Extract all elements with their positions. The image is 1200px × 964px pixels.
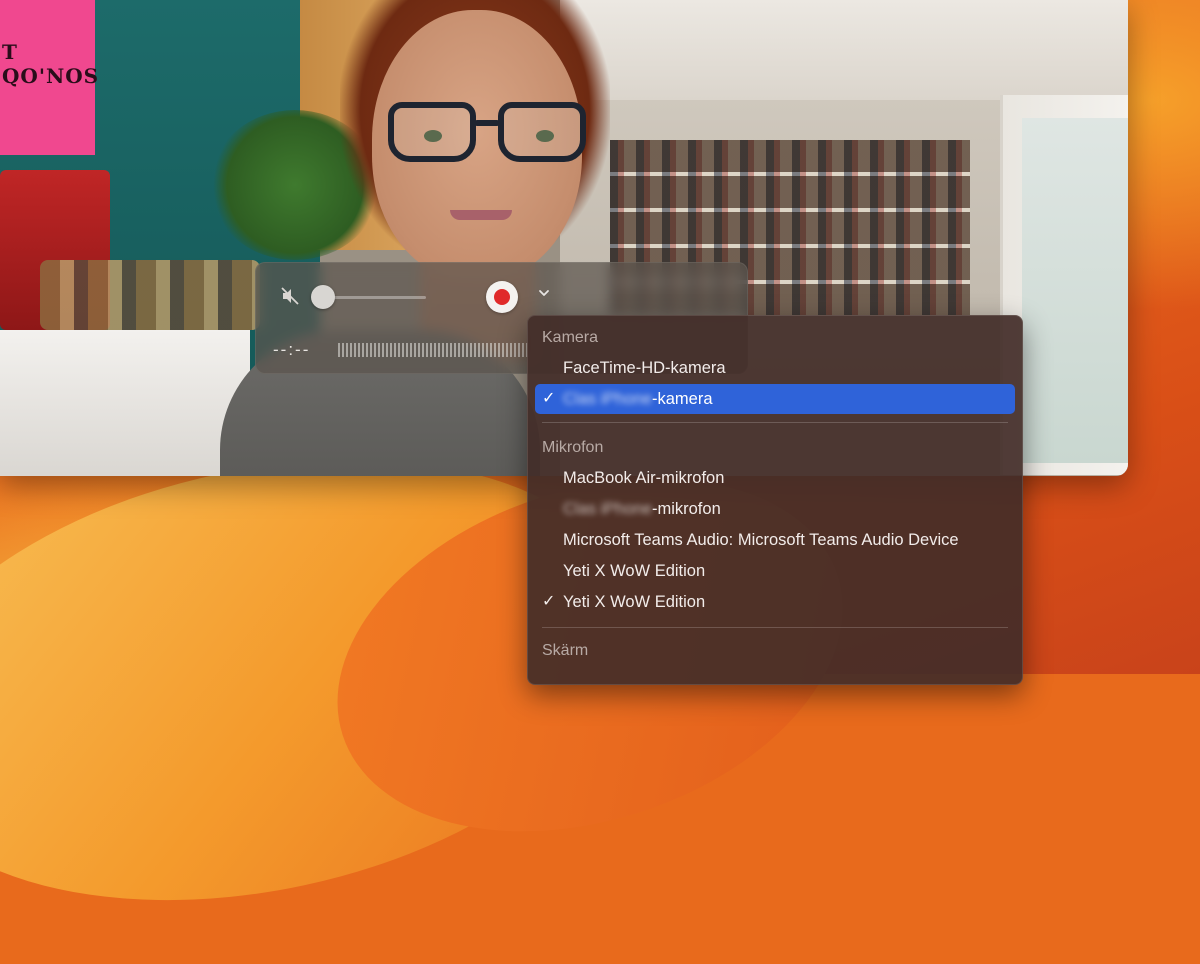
- audio-level-meter: [338, 343, 528, 357]
- menu-item-iphone-camera[interactable]: ✓ Clas iPhone-kamera: [535, 384, 1015, 414]
- menu-item-label: -kamera: [651, 390, 713, 408]
- person-glasses: [388, 102, 586, 164]
- blurred-device-name: Clas iPhone: [563, 500, 652, 518]
- menu-section-microphone: Mikrofon: [542, 439, 604, 456]
- menu-item-label: MacBook Air-mikrofon: [563, 469, 725, 487]
- checkmark-icon: ✓: [542, 593, 556, 610]
- chevron-down-icon[interactable]: [535, 286, 553, 304]
- desk: [0, 330, 250, 476]
- menu-item-teams-audio[interactable]: Microsoft Teams Audio: Microsoft Teams A…: [535, 525, 1015, 555]
- menu-item-macbook-mic[interactable]: MacBook Air-mikrofon: [535, 463, 1015, 493]
- person-mouth: [450, 210, 512, 220]
- record-icon: [494, 289, 510, 305]
- menu-separator: [542, 627, 1008, 628]
- menu-item-label: -mikrofon: [651, 500, 721, 518]
- record-button[interactable]: [486, 281, 518, 313]
- menu-section-screen: Skärm: [542, 642, 589, 659]
- blurred-device-name: Clas iPhone: [563, 390, 652, 408]
- menu-item-iphone-mic[interactable]: Clas iPhone-mikrofon: [535, 494, 1015, 524]
- menu-item-label: FaceTime-HD-kamera: [563, 359, 726, 377]
- ceiling: [560, 0, 1128, 110]
- menu-item-yeti-1[interactable]: Yeti X WoW Edition: [535, 556, 1015, 586]
- checkmark-icon: ✓: [542, 390, 556, 407]
- menu-separator: [542, 422, 1008, 423]
- menu-item-label: Microsoft Teams Audio: Microsoft Teams A…: [563, 531, 959, 549]
- menu-item-facetime-camera[interactable]: FaceTime-HD-kamera: [535, 353, 1015, 383]
- menu-item-yeti-2[interactable]: ✓ Yeti X WoW Edition: [535, 587, 1015, 617]
- poster-text: T QO'NOS: [2, 40, 100, 88]
- menu-section-camera: Kamera: [542, 329, 599, 346]
- menu-item-label: Yeti X WoW Edition: [563, 593, 706, 611]
- volume-slider-track[interactable]: [323, 296, 426, 299]
- volume-slider-knob[interactable]: [311, 285, 335, 309]
- speaker-muted-icon[interactable]: [280, 286, 300, 306]
- source-options-menu: Kamera FaceTime-HD-kamera ✓ Clas iPhone-…: [527, 315, 1023, 685]
- menu-item-label: Yeti X WoW Edition: [563, 562, 706, 580]
- desk-clutter: [40, 260, 260, 330]
- door-window: [1022, 118, 1128, 463]
- recording-time: --:--: [273, 340, 311, 359]
